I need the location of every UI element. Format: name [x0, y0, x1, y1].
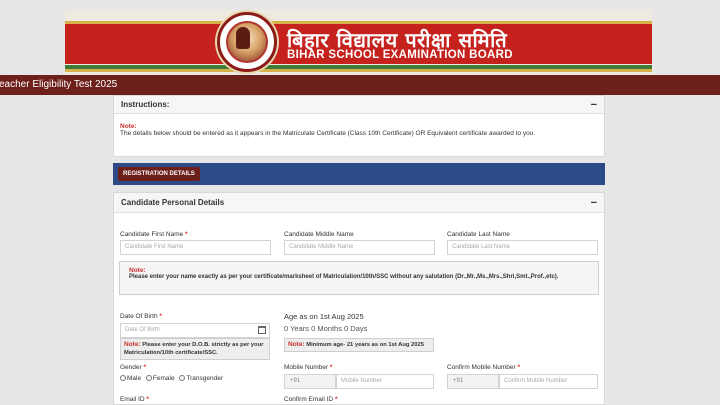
exam-title: Teacher Eligibility Test 2025 — [0, 79, 118, 90]
name-note-text: Please enter your name exactly as per yo… — [129, 274, 559, 280]
required-marker: * — [143, 364, 147, 371]
english-title: BIHAR SCHOOL EXAMINATION BOARD — [287, 49, 513, 61]
email-label: Email ID * — [120, 396, 149, 403]
name-note-box: Note: Please enter your name exactly as … — [119, 261, 599, 295]
registration-bar: REGISTRATION DETAILS — [113, 163, 605, 185]
required-marker: * — [517, 364, 520, 371]
first-name-input[interactable]: Candidate First Name — [120, 240, 271, 255]
required-marker: * — [329, 364, 333, 371]
mobile-label: Mobile Number * — [284, 364, 332, 371]
logo-figure — [236, 27, 250, 49]
mobile-country-code: +91 — [284, 374, 336, 389]
instructions-note-text: The details below should be entered as i… — [120, 130, 536, 137]
name-note-label: Note: — [129, 267, 146, 274]
confirm-mobile-input[interactable]: Confirm Mobile Number — [499, 374, 598, 389]
last-name-input[interactable]: Candidate Last Name — [447, 240, 598, 255]
gender-radio-group: Male Female Transgender — [120, 375, 223, 382]
middle-name-label: Candidate Middle Name — [284, 231, 354, 238]
age-note-label: Note: — [288, 341, 305, 348]
age-label: Age as on 1st Aug 2025 — [284, 312, 364, 321]
instructions-heading: Instructions: — [121, 100, 170, 109]
mobile-input[interactable]: Mobile Number — [336, 374, 434, 389]
middle-name-input[interactable]: Candidate Middle Name — [284, 240, 435, 255]
dob-label-text: Date Of Birth — [120, 313, 158, 320]
required-marker: * — [334, 396, 338, 403]
tab-registration-details[interactable]: REGISTRATION DETAILS — [118, 167, 200, 181]
personal-details-heading: Candidate Personal Details — [121, 198, 225, 207]
first-name-label: Candidate First Name * — [120, 231, 188, 238]
gender-transgender-radio[interactable] — [179, 375, 186, 382]
instructions-panel: Instructions: − Note: The details below … — [113, 95, 605, 157]
dob-label: Date Of Birth * — [120, 313, 162, 320]
gender-female-label: Female — [152, 375, 175, 382]
calendar-icon[interactable] — [258, 326, 266, 334]
dob-input[interactable]: Date Of Birth — [120, 323, 270, 338]
instructions-header[interactable]: Instructions: − — [114, 96, 604, 114]
age-value: 0 Years 0 Months 0 Days — [284, 324, 368, 333]
banner-gold-stripe — [65, 69, 652, 72]
confirm-mobile-country-code: +91 — [447, 374, 499, 389]
collapse-icon[interactable]: − — [591, 193, 597, 213]
gender-male-label: Male — [127, 375, 142, 382]
exam-title-bar: Teacher Eligibility Test 2025 — [0, 75, 720, 95]
required-marker: * — [146, 396, 149, 403]
instructions-note-label: Note: — [120, 123, 137, 130]
confirm-mobile-label-text: Confirm Mobile Number — [447, 364, 516, 371]
collapse-icon[interactable]: − — [591, 96, 597, 114]
gender-transgender-label: Transgender — [186, 375, 224, 382]
confirm-mobile-label: Confirm Mobile Number * — [447, 364, 520, 371]
dob-note: Note: Please enter your D.O.B. strictly … — [120, 338, 270, 360]
bseb-logo — [217, 12, 277, 72]
last-name-label: Candidate Last Name — [447, 231, 510, 238]
gender-label: Gender * — [120, 364, 146, 371]
gender-label-text: Gender — [120, 364, 142, 371]
first-name-label-text: Candidate First Name — [120, 231, 184, 238]
confirm-email-label-text: Confirm Email ID — [284, 396, 334, 403]
dob-note-text: Please enter your D.O.B. strictly as per… — [124, 342, 264, 356]
age-note-text: Minimum age- 21 years as on 1st Aug 2025 — [306, 342, 424, 348]
header-banner: बिहार विद्यालय परीक्षा समिति BIHAR SCHOO… — [65, 10, 652, 74]
personal-details-header[interactable]: Candidate Personal Details − — [114, 193, 604, 213]
gender-male-radio[interactable] — [120, 375, 126, 382]
confirm-email-label: Confirm Email ID * — [284, 396, 337, 403]
gender-female-radio[interactable] — [145, 375, 152, 382]
dob-placeholder: Date Of Birth — [125, 327, 160, 333]
dob-note-label: Note: — [124, 341, 141, 348]
required-marker: * — [159, 313, 162, 320]
personal-details-panel: Candidate Personal Details − Candidate F… — [113, 192, 605, 405]
mobile-label-text: Mobile Number — [284, 364, 329, 371]
email-label-text: Email ID — [120, 396, 145, 403]
age-note: Note: Minimum age- 21 years as on 1st Au… — [284, 338, 434, 352]
required-marker: * — [185, 231, 188, 238]
